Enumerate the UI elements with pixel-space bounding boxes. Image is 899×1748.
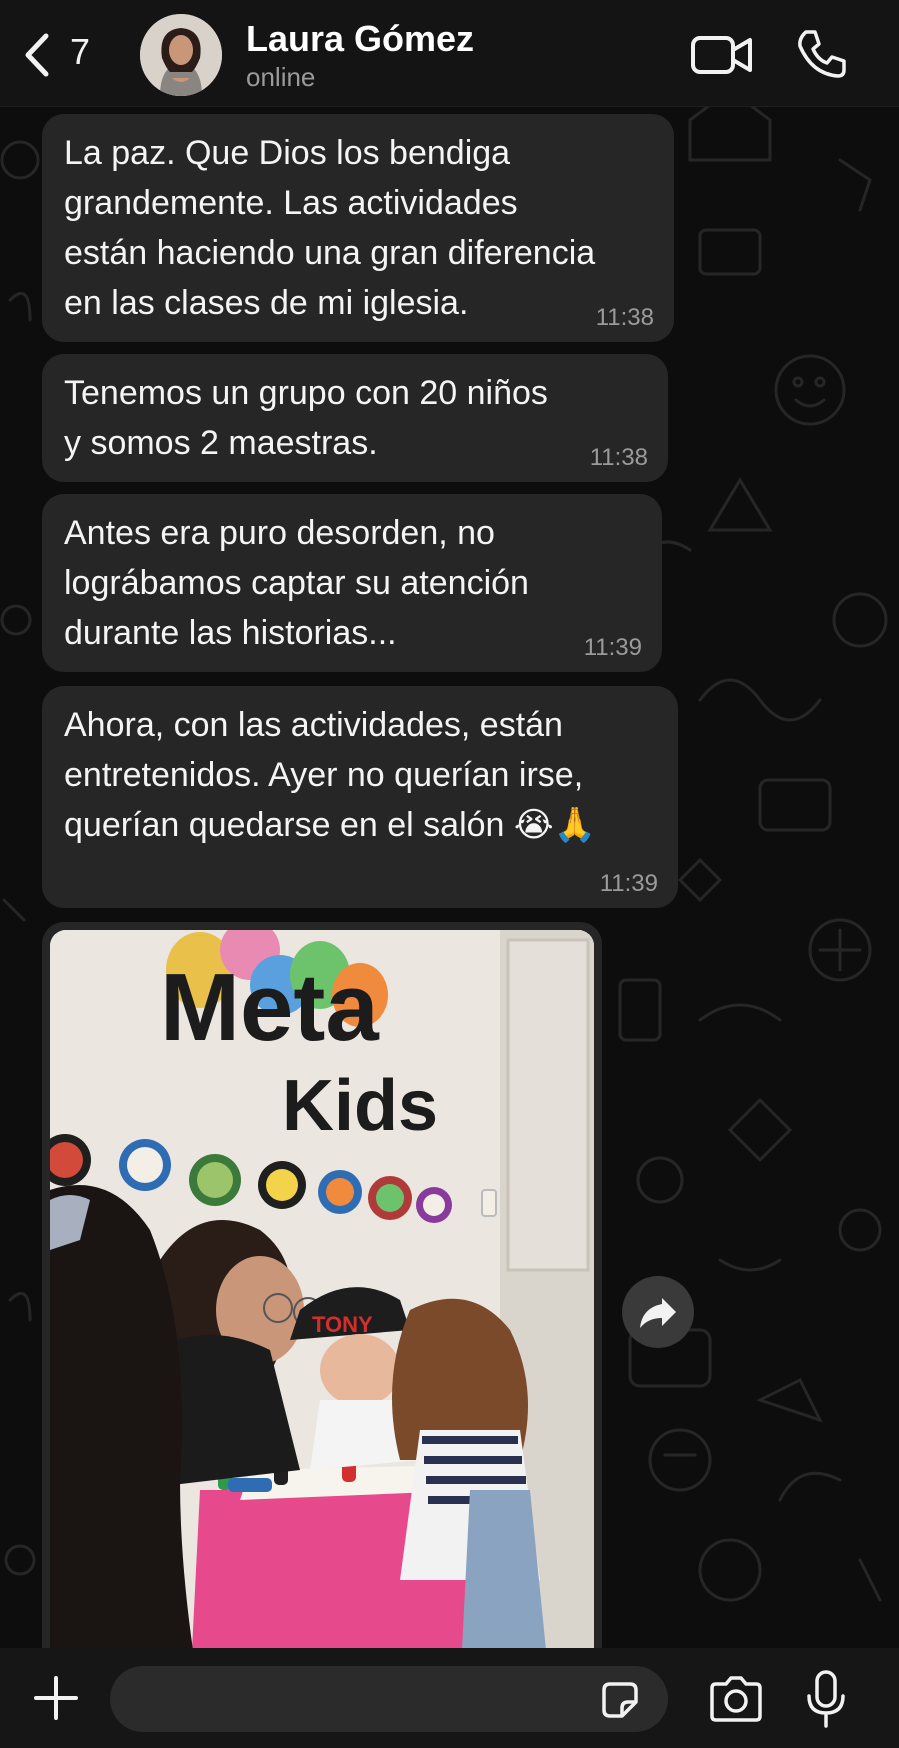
message-time: 11:38 [589, 444, 648, 471]
classroom-photo[interactable]: Meta Kids TONY [50, 930, 594, 1748]
phone-icon [798, 30, 846, 78]
back-button[interactable] [18, 28, 58, 82]
message-text: Antes era puro desorden, no lográbamos c… [64, 514, 529, 652]
message-text: Tenemos un grupo con 20 niños y somos 2 … [64, 374, 548, 462]
video-call-button[interactable] [690, 30, 754, 80]
unread-count[interactable]: 7 [70, 31, 90, 73]
chat-header: 7 Laura Gómez online [0, 0, 899, 107]
photo-message[interactable]: Meta Kids TONY [42, 922, 602, 1748]
sticker-button[interactable] [598, 1678, 642, 1722]
message-time: 11:39 [599, 870, 658, 897]
microphone-button[interactable] [804, 1668, 848, 1730]
message-time: 11:38 [595, 304, 654, 331]
message-bubble[interactable]: La paz. Que Dios los bendiga grandemente… [42, 114, 674, 342]
cap-text: TONY [312, 1312, 373, 1337]
avatar[interactable] [140, 14, 222, 96]
attach-button[interactable] [28, 1670, 84, 1726]
contact-status: online [246, 62, 316, 92]
message-text: La paz. Que Dios los bendiga grandemente… [64, 134, 596, 322]
message-time: 11:39 [583, 634, 642, 661]
back-chevron-icon [25, 33, 49, 77]
plus-icon [34, 1676, 78, 1720]
camera-button[interactable] [708, 1674, 764, 1724]
message-input[interactable] [110, 1666, 668, 1732]
composer-bar [0, 1648, 899, 1748]
message-bubble[interactable]: Ahora, con las actividades, están entret… [42, 686, 678, 908]
forward-icon [640, 1298, 676, 1328]
camera-icon [710, 1676, 762, 1722]
voice-call-button[interactable] [794, 28, 846, 80]
forward-button[interactable] [622, 1276, 694, 1348]
microphone-icon [807, 1670, 845, 1728]
message-bubble[interactable]: Antes era puro desorden, no lográbamos c… [42, 494, 662, 672]
wall-sign-line1: Meta [160, 954, 379, 1061]
message-bubble[interactable]: Tenemos un grupo con 20 niños y somos 2 … [42, 354, 668, 482]
video-call-icon [691, 36, 752, 74]
contact-name[interactable]: Laura Gómez [246, 18, 474, 60]
sticker-icon [602, 1682, 638, 1718]
message-text: Ahora, con las actividades, están entret… [64, 706, 596, 844]
wall-sign-line2: Kids [282, 1066, 438, 1146]
